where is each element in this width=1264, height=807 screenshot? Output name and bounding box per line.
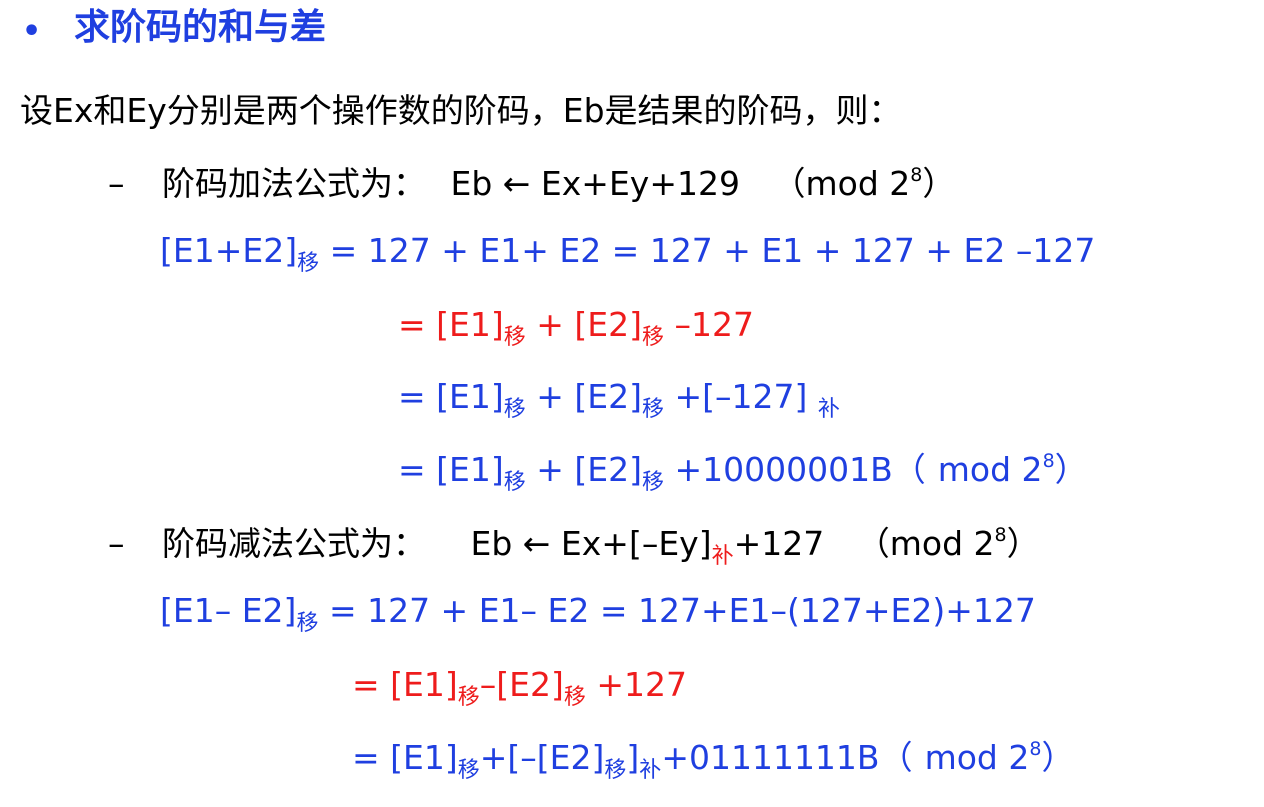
subtraction-l2-tail: +127	[585, 665, 688, 704]
subtraction-mod: mod 2	[889, 524, 995, 563]
addition-l3-eq: =	[398, 377, 437, 416]
addition-l4-eq: =	[398, 450, 437, 489]
addition-l1-left: [E1+E2]	[160, 231, 298, 270]
subtraction-l2-sub-a: 移	[457, 685, 480, 710]
heading-bullet: •	[22, 14, 42, 49]
addition-mod-exp: 8	[910, 164, 923, 186]
addition-l3-a: [E1]	[436, 377, 504, 416]
addition-formula-line: – 阶码加法公式为： Eb ← Ex+Ey+129 （mod 28）	[108, 164, 956, 203]
slide-title: 求阶码的和与差	[74, 7, 327, 48]
subtraction-l3-eq: =	[352, 738, 391, 777]
addition-dash: –	[108, 164, 125, 203]
subtraction-l3-tail: +01111111B（	[661, 738, 913, 777]
subtraction-l2-eq: =	[352, 665, 391, 704]
subtraction-l3-mod-exp: 8	[1029, 738, 1042, 760]
addition-l4-tail: +10000001B（	[664, 450, 926, 489]
addition-l2-eq: =	[398, 305, 437, 344]
subtraction-l3-sub-close: 补	[639, 758, 662, 783]
addition-l2-a: [E1]	[436, 305, 504, 344]
addition-l2-mid: +	[525, 305, 575, 344]
addition-l3-tail: +[–127]	[664, 377, 818, 416]
addition-l1-right: = 127 + E1+ E2 = 127 + E1 + 127 + E2 –12…	[319, 231, 1096, 270]
subtraction-paren-open: （	[856, 524, 890, 563]
subtraction-l1-sub: 移	[296, 611, 319, 636]
addition-l2-b: [E2]	[574, 305, 643, 344]
addition-l4-mid: +	[525, 450, 575, 489]
subtraction-l3-a: [E1]	[390, 738, 458, 777]
addition-l4-sub-a: 移	[503, 470, 526, 495]
subtraction-formula-b: +127	[733, 524, 825, 563]
subtraction-dash: –	[108, 524, 125, 563]
subtraction-l3-mid: +[–	[479, 738, 537, 777]
addition-derivation-2: = [E1]移 + [E2]移 –127	[398, 308, 754, 349]
addition-l3-sub-a: 移	[503, 397, 526, 422]
addition-l4-mod-exp: 8	[1042, 450, 1055, 472]
intro-text: 设Ex和Ey分别是两个操作数的阶码，Eb是结果的阶码，则：	[20, 91, 902, 130]
subtraction-l3-sub-a: 移	[457, 758, 480, 783]
addition-l4-mod: mod 2	[937, 450, 1043, 489]
subtraction-l1-right: = 127 + E1– E2 = 127+E1–(127+E2)+127	[318, 591, 1036, 630]
subtraction-l1-left: [E1– E2]	[160, 591, 297, 630]
addition-l3-sub-b: 移	[642, 397, 665, 422]
addition-mod: mod 2	[805, 164, 911, 203]
subtraction-l3-mod: mod 2	[924, 738, 1030, 777]
subtraction-l2-b: [E2]	[496, 665, 564, 704]
addition-paren-close: ）	[922, 164, 956, 203]
subtraction-l2-mid: –	[479, 665, 497, 704]
subtraction-paren-close: ）	[1006, 524, 1040, 563]
subtraction-l3-sub-b: 移	[604, 758, 627, 783]
addition-l4-sub-b: 移	[642, 470, 665, 495]
subtraction-formula-sub: 补	[711, 544, 734, 569]
subtraction-formula-a: Eb ← Ex+[–Ey]	[470, 524, 712, 563]
addition-l4-a: [E1]	[436, 450, 504, 489]
addition-derivation-3: = [E1]移 + [E2]移 +[–127] 补	[398, 380, 840, 421]
addition-l2-tail: –127	[664, 305, 755, 344]
addition-l3-sub-tail: 补	[817, 397, 840, 422]
subtraction-derivation-3: = [E1]移+[–[E2]移]补+01111111B（ mod 28）	[352, 740, 1074, 782]
subtraction-derivation-1: [E1– E2]移 = 127 + E1– E2 = 127+E1–(127+E…	[160, 594, 1036, 635]
addition-derivation-1: [E1+E2]移 = 127 + E1+ E2 = 127 + E1 + 127…	[160, 234, 1095, 275]
subtraction-derivation-2: = [E1]移–[E2]移 +127	[352, 668, 687, 709]
subtraction-l3-paren-close: ）	[1041, 738, 1075, 777]
subtraction-l3-close: ]	[626, 738, 640, 777]
subtraction-l2-a: [E1]	[390, 665, 458, 704]
addition-paren-open: （	[772, 164, 806, 203]
addition-l3-mid: +	[525, 377, 575, 416]
addition-l2-sub-a: 移	[503, 325, 526, 350]
subtraction-formula-line: – 阶码减法公式为： Eb ← Ex+[–Ey]补+127 （mod 28）	[108, 526, 1040, 568]
addition-l4-paren-close: ）	[1054, 450, 1088, 489]
addition-l1-sub: 移	[297, 251, 320, 276]
subtraction-label: 阶码减法公式为：	[162, 524, 426, 563]
addition-l2-sub-b: 移	[642, 325, 665, 350]
addition-label: 阶码加法公式为：	[162, 164, 426, 203]
subtraction-l3-b: [E2]	[536, 738, 605, 777]
subtraction-l2-sub-b: 移	[563, 685, 586, 710]
addition-l3-b: [E2]	[574, 377, 643, 416]
addition-derivation-4: = [E1]移 + [E2]移 +10000001B（ mod 28）	[398, 452, 1088, 494]
subtraction-mod-exp: 8	[994, 524, 1007, 546]
addition-l4-b: [E2]	[574, 450, 643, 489]
addition-formula: Eb ← Ex+Ey+129	[450, 164, 740, 203]
